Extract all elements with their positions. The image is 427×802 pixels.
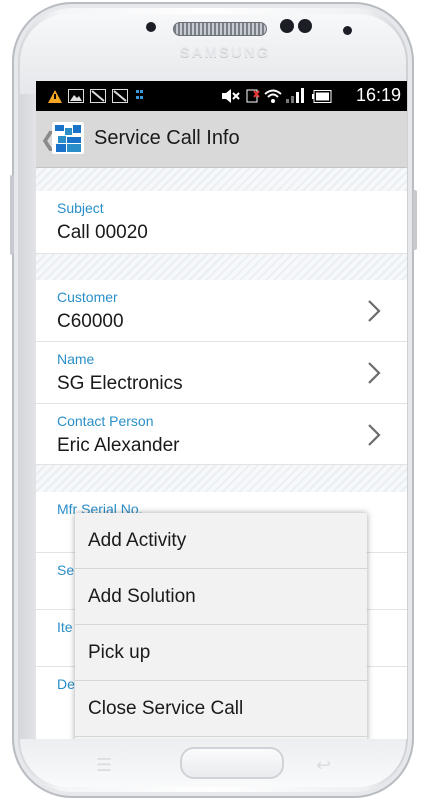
menu-item-add-activity[interactable]: Add Activity (75, 513, 367, 569)
context-menu: Add Activity Add Solution Pick up Close … (75, 513, 367, 739)
hardware-key-bar: ☰ ↩ (20, 739, 406, 787)
signal-icon (286, 88, 304, 103)
earpiece-grille (173, 22, 267, 36)
menu-item-label: Add Activity (88, 530, 187, 551)
menu-key-icon[interactable]: ☰ (96, 755, 112, 776)
field-label: Contact Person (57, 413, 154, 429)
sensor-dot (298, 19, 312, 33)
menu-item-label: Pick up (88, 642, 151, 663)
field-value: Call 00020 (57, 222, 148, 243)
field-customer[interactable]: Customer C60000 (36, 280, 407, 342)
menu-item-label: Close Service Call (88, 698, 244, 719)
proximity-sensor (146, 22, 156, 32)
menu-item-pick-up[interactable]: Pick up (75, 625, 367, 681)
screen-title: Service Call Info (94, 127, 240, 149)
phone-screen: 16:19 ❮ Service Call Info Subject Call 0… (36, 81, 407, 739)
battery-icon (312, 90, 332, 103)
mute-icon (222, 89, 240, 103)
menu-item-add-solution[interactable]: Add Solution (75, 569, 367, 625)
section-divider (36, 465, 407, 492)
field-contact-person[interactable]: Contact Person Eric Alexander (36, 404, 407, 465)
chevron-right-icon (368, 362, 381, 384)
back-key-icon[interactable]: ↩ (316, 755, 331, 776)
field-value: C60000 (57, 311, 124, 332)
no-signal-icon (112, 89, 128, 103)
status-bar: 16:19 (36, 81, 407, 111)
menu-item-label: Add Solution (88, 586, 196, 607)
field-label: Ite (57, 619, 73, 635)
no-sim-icon (246, 89, 260, 103)
status-time: 16:19 (355, 85, 401, 105)
field-value: SG Electronics (57, 373, 183, 394)
led-dot (343, 26, 352, 35)
chevron-right-icon (368, 300, 381, 322)
field-subject[interactable]: Subject Call 00020 (36, 191, 407, 254)
sap-app-icon[interactable] (52, 122, 84, 154)
menu-item-close-service-call[interactable]: Close Service Call (75, 681, 367, 737)
section-divider (36, 168, 407, 191)
field-value: Eric Alexander (57, 435, 180, 456)
volume-button (10, 175, 14, 255)
image-icon (68, 89, 84, 103)
dots-icon (136, 90, 143, 99)
warning-icon (48, 90, 62, 103)
action-bar: ❮ Service Call Info (36, 111, 407, 168)
front-camera (280, 19, 294, 33)
power-button (413, 190, 417, 250)
section-divider (36, 254, 407, 280)
field-label: Name (57, 351, 95, 367)
brand-logo: SAMSUNG (179, 44, 271, 61)
sap-logo-icon (55, 125, 81, 152)
no-signal-icon (90, 89, 106, 103)
chevron-right-icon (368, 424, 381, 446)
field-label: Customer (57, 289, 118, 305)
wifi-icon (264, 89, 282, 103)
field-label: Subject (57, 200, 104, 216)
home-button[interactable] (180, 747, 284, 779)
field-name[interactable]: Name SG Electronics (36, 342, 407, 404)
